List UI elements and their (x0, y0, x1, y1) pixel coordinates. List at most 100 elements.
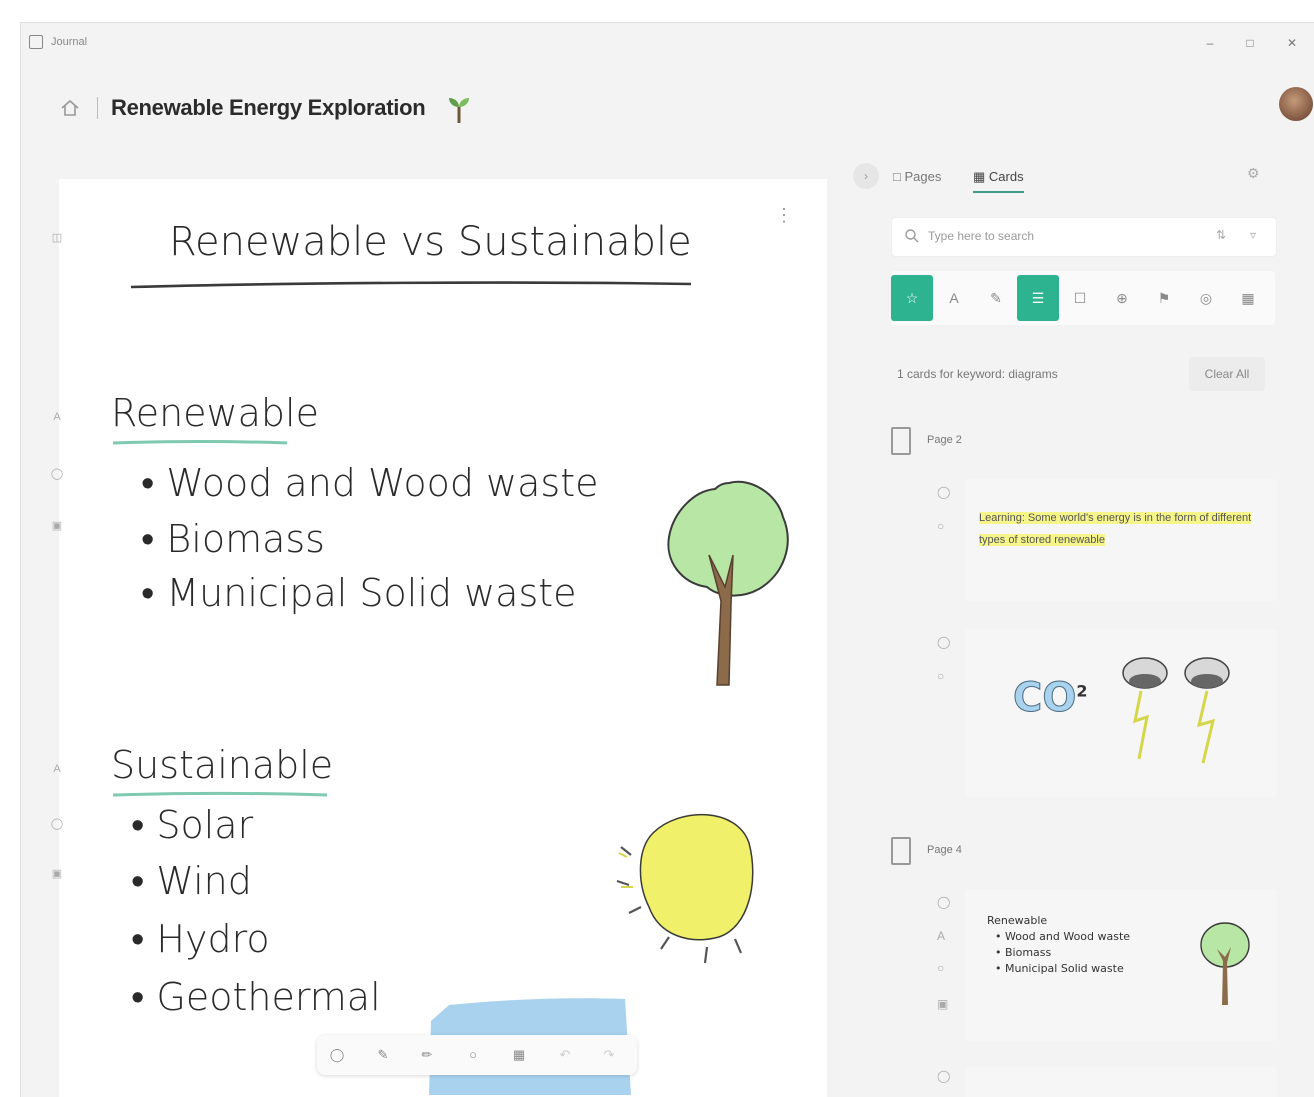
co2-subscript: 2 (1076, 681, 1088, 701)
line-handle-icon[interactable]: ▣ (49, 519, 65, 535)
storm-cloud-drawing (1122, 657, 1230, 764)
filter-ink-button[interactable]: ✎ (975, 275, 1017, 321)
filter-icon[interactable]: ▿ (1250, 228, 1256, 242)
filter-starred-button[interactable]: ☆ (891, 275, 933, 321)
filter-location-button[interactable]: ◎ (1185, 275, 1227, 321)
card-tool-icon[interactable]: ◯ (937, 635, 950, 649)
card-tool-icon[interactable]: ◯ (937, 895, 950, 909)
tree-thumbnail-drawing (1200, 922, 1250, 1005)
card-tool-icon[interactable]: ◯ (937, 1069, 950, 1083)
line-handle-icon[interactable]: ◯ (49, 817, 65, 833)
card[interactable]: Learning: Some world's energy is in the … (965, 479, 1277, 601)
close-button[interactable]: ✕ (1277, 31, 1307, 55)
line-handle-icon[interactable]: ◯ (49, 467, 65, 483)
ink-heading: Renewable vs Sustainable (169, 219, 692, 265)
ink-list-item: • Biomass (141, 517, 325, 561)
filter-flag-button[interactable]: ⚑ (1143, 275, 1185, 321)
card-ink-item: • Municipal Solid waste (995, 962, 1124, 975)
ink-list-item: • Geothermal (131, 975, 381, 1019)
line-handle-icon[interactable]: A (49, 763, 65, 779)
card-filter-bar: ☆ A ✎ ☰ ☐ ⊕ ⚑ ◎ ▦ (891, 271, 1275, 325)
avatar[interactable] (1279, 87, 1313, 121)
more-options-icon[interactable]: ⋮ (775, 205, 815, 245)
line-handle-icon[interactable]: ◫ (49, 231, 65, 247)
card-tool-icon[interactable]: ▣ (937, 997, 948, 1011)
highlight-span: Learning: Some world's energy is in the … (979, 512, 1252, 546)
co2-label: CO (1012, 675, 1077, 722)
pen-icon[interactable]: ✎ (373, 1045, 393, 1065)
lasso-icon[interactable]: ◯ (327, 1045, 347, 1065)
page-group-header[interactable]: Page 2 (891, 427, 1091, 457)
tab-cards[interactable]: ▦ Cards (973, 163, 1024, 193)
filter-calendar-button[interactable]: ▦ (1227, 275, 1269, 321)
app-window: Journal – □ ✕ Renewable Energy Explorati… (20, 22, 1314, 1097)
clear-all-button[interactable]: Clear All (1189, 357, 1265, 391)
ink-renewable-title: Renewable (111, 391, 319, 435)
search-icon (905, 229, 919, 243)
tab-label: Pages (904, 169, 942, 184)
heading-underline (130, 281, 692, 289)
eraser-icon[interactable]: ○ (463, 1045, 483, 1065)
tab-label: Cards (988, 169, 1024, 184)
card-highlighted-text: Learning: Some world's energy is in the … (979, 507, 1259, 551)
divider (97, 97, 98, 119)
page-icon (891, 427, 911, 455)
ink-list-item: • Solar (131, 803, 254, 847)
ink-list-item: • Hydro (131, 917, 270, 961)
minimize-button[interactable]: – (1195, 31, 1225, 55)
tree-drawing (667, 480, 789, 686)
search-placeholder: Type here to search (928, 229, 1035, 243)
sort-icon[interactable]: ⇅ (1216, 228, 1226, 242)
line-handle-icon[interactable]: A (49, 411, 65, 427)
tab-pages[interactable]: □ Pages (893, 163, 941, 191)
marker-icon[interactable]: ✏ (417, 1045, 437, 1065)
home-icon[interactable] (59, 97, 81, 119)
sustainable-underline (112, 792, 328, 797)
card[interactable]: CO2 (965, 629, 1277, 797)
filter-notes-button[interactable]: ☐ (1059, 275, 1101, 321)
undo-icon[interactable]: ↶ (555, 1045, 575, 1065)
ruler-icon[interactable]: ▦ (509, 1045, 529, 1065)
card-tool-icon[interactable]: ○ (937, 961, 944, 975)
search-input[interactable]: Type here to search ⇅ ▿ (891, 217, 1277, 257)
maximize-button[interactable]: □ (1235, 31, 1265, 55)
ink-list-item: • Municipal Solid waste (141, 571, 577, 615)
ink-list-item: • Wood and Wood waste (141, 461, 599, 505)
ink-list-item: • Wind (131, 859, 252, 903)
panel-collapse-icon[interactable]: › (853, 163, 879, 189)
page-group-header[interactable]: Page 4 (891, 837, 1091, 867)
filter-text-button[interactable]: A (933, 275, 975, 321)
filter-math-button[interactable]: ⊕ (1101, 275, 1143, 321)
card-tool-icon[interactable]: ◯ (937, 485, 950, 499)
page-icon (891, 837, 911, 865)
card-ink-text: Renewable • Wood and Wood waste • Biomas… (987, 913, 1130, 977)
page-title: Renewable Energy Exploration (111, 95, 426, 120)
card-ink-item: • Biomass (995, 946, 1052, 959)
page-label: Page 4 (927, 844, 962, 856)
sprout-icon (449, 98, 469, 123)
card-ink-title: Renewable (987, 914, 1048, 927)
ink-sustainable-title: Sustainable (111, 743, 334, 787)
note-canvas[interactable]: ◫ A ◯ ▣ A ◯ ▣ Renewable vs Sustainable ⋮… (51, 179, 827, 1097)
app-icon (29, 35, 43, 49)
co2-ink: CO2 (1012, 675, 1088, 722)
app-name: Journal (51, 36, 88, 48)
renewable-underline (112, 440, 288, 445)
card-tool-icon[interactable]: A (937, 929, 945, 943)
card-tool-icon[interactable]: ○ (937, 519, 944, 533)
line-handle-icon[interactable]: ▣ (49, 867, 65, 883)
card[interactable]: Renewable • Wood and Wood waste • Biomas… (965, 889, 1277, 1041)
side-panel: › □ Pages ▦ Cards ⚙ Type here to search … (847, 157, 1314, 1097)
card[interactable] (965, 1067, 1277, 1097)
panel-more-icon[interactable]: ⚙ (1247, 165, 1260, 182)
sun-drawing (616, 814, 754, 964)
ink-toolbar: ◯ ✎ ✏ ○ ▦ ↶ ↷ (317, 1035, 637, 1075)
page-label: Page 2 (927, 434, 962, 446)
filter-diagrams-button[interactable]: ☰ (1017, 275, 1059, 321)
filter-status-text: 1 cards for keyword: diagrams (897, 367, 1058, 381)
titlebar: Journal – □ ✕ (21, 23, 1314, 63)
card-ink-item: • Wood and Wood waste (995, 930, 1131, 943)
page-header: Renewable Energy Exploration (21, 85, 1314, 135)
card-tool-icon[interactable]: ○ (937, 669, 944, 683)
redo-icon[interactable]: ↷ (599, 1045, 619, 1065)
